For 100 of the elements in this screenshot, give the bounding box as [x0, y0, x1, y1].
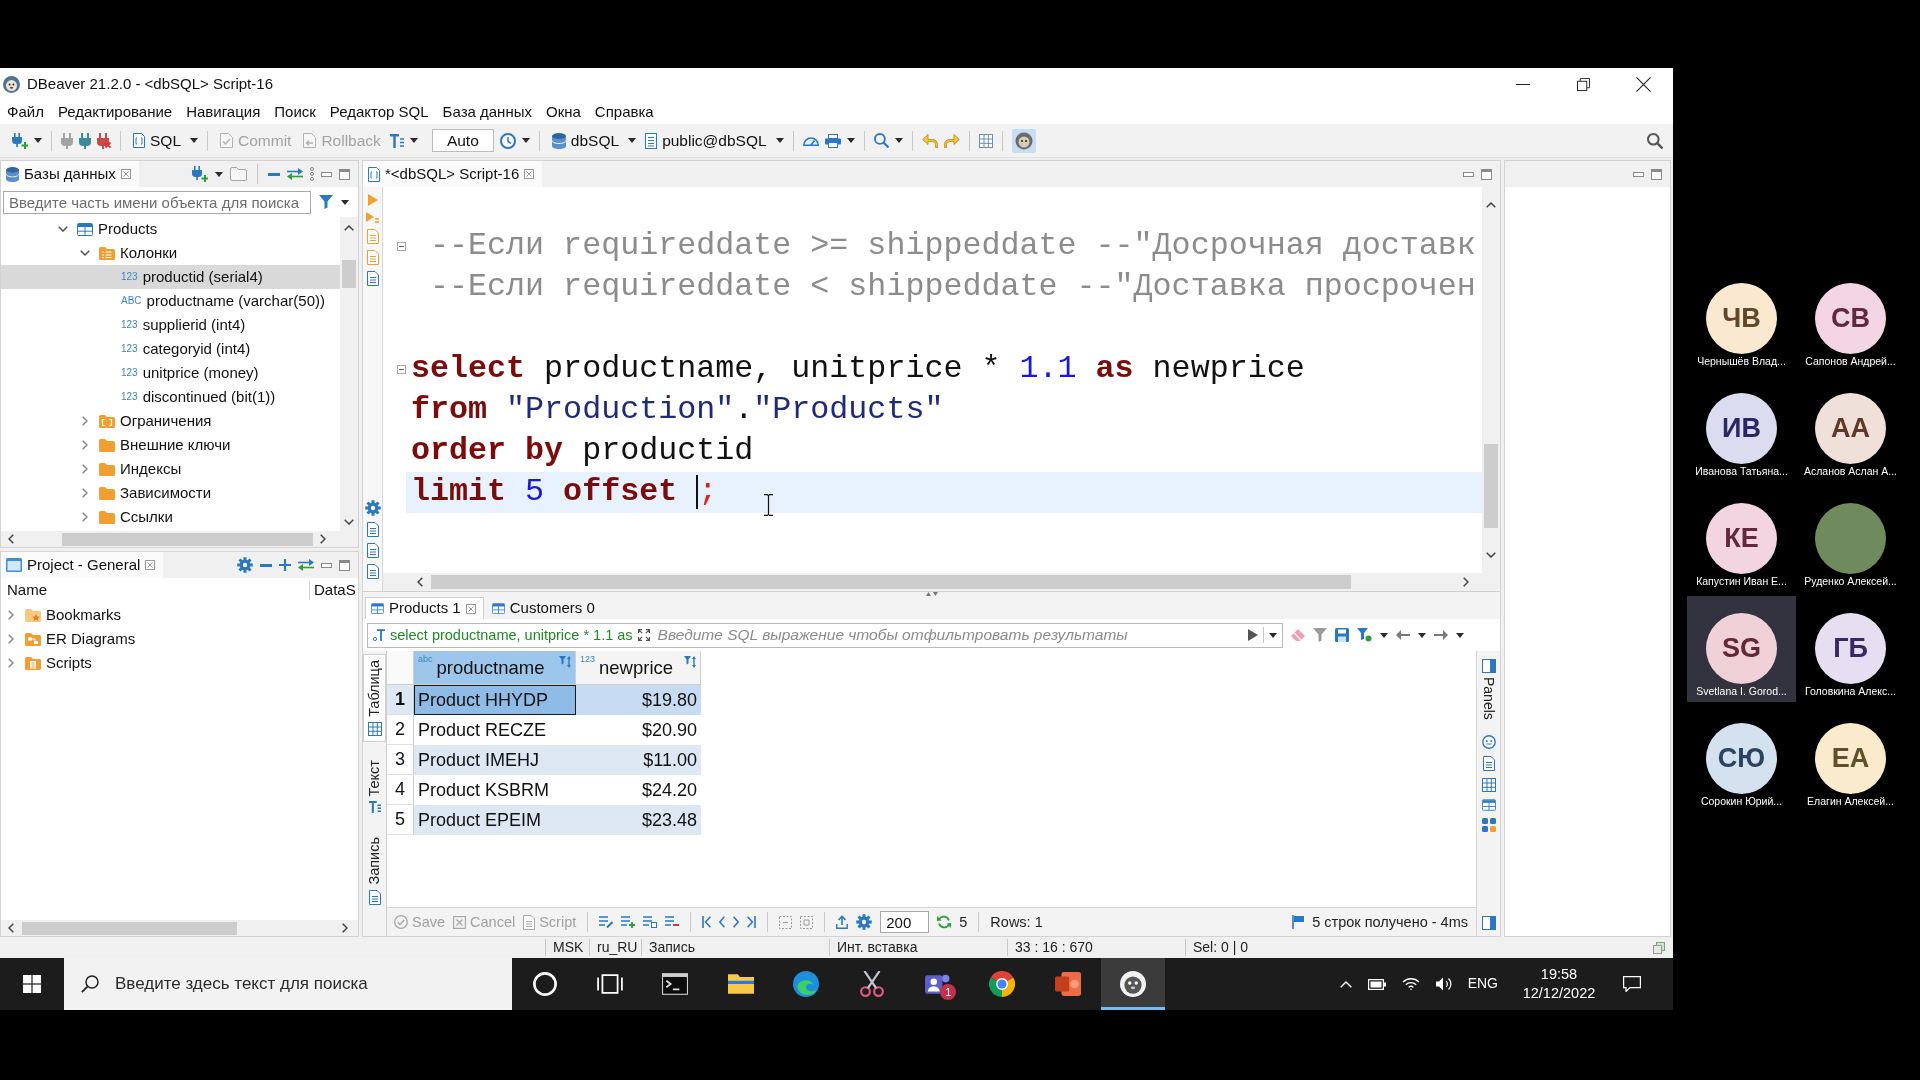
right-arrow-icon[interactable]	[1434, 630, 1448, 640]
caret-icon[interactable]	[341, 199, 349, 205]
caret-icon[interactable]	[409, 138, 418, 143]
fold-icon[interactable]	[397, 365, 406, 374]
minimize-icon[interactable]	[1516, 83, 1530, 85]
terminal-icon[interactable]	[662, 971, 689, 997]
close-icon[interactable]	[1635, 76, 1651, 92]
chevron-down-icon[interactable]	[80, 250, 90, 256]
scroll-left-icon[interactable]	[8, 923, 14, 933]
fold-icon[interactable]	[397, 242, 406, 251]
tree-item[interactable]: 123 supplierid (int4)	[1, 313, 340, 337]
tree-item[interactable]: Ограничения	[1, 409, 340, 433]
horizontal-scrollbar[interactable]	[1, 920, 358, 936]
search-field[interactable]: Введите здесь текст для поиска	[64, 958, 512, 1010]
page-icon[interactable]	[366, 543, 379, 558]
search-icon[interactable]	[873, 133, 889, 148]
scissors-icon[interactable]	[858, 971, 885, 997]
scroll-left-icon[interactable]	[417, 577, 423, 587]
printer-icon[interactable]	[824, 133, 841, 148]
caret-icon[interactable]	[190, 138, 198, 143]
tree-item[interactable]: Колонки	[1, 241, 340, 265]
notification-icon[interactable]	[1623, 976, 1641, 992]
maximize-icon[interactable]	[339, 559, 350, 571]
menu-item[interactable]: Файл	[0, 102, 51, 122]
scroll-up-icon[interactable]	[344, 225, 354, 231]
lines-copy-icon[interactable]	[643, 916, 658, 928]
caret-icon[interactable]	[894, 138, 903, 143]
scrollbar-thumb[interactable]	[22, 921, 237, 935]
vertical-scrollbar[interactable]	[1482, 187, 1500, 591]
battery-icon[interactable]	[1367, 978, 1386, 990]
next-icon[interactable]	[733, 916, 740, 928]
lines-pencil-icon[interactable]	[599, 916, 614, 928]
clock-icon[interactable]	[499, 132, 516, 149]
grid-icon[interactable]	[978, 133, 993, 148]
tree-item[interactable]: 123 discontinued (bit(1))	[1, 385, 340, 409]
menu-item[interactable]: Окна	[538, 102, 588, 122]
plug-icon[interactable]	[61, 132, 73, 149]
sash-arrows-icon[interactable]	[925, 592, 938, 597]
panel-tab[interactable]: Базы данных	[1, 161, 139, 187]
horizontal-scrollbar[interactable]	[383, 573, 1482, 591]
chevron-right-icon[interactable]	[8, 634, 14, 644]
scroll-right-icon[interactable]	[320, 534, 326, 544]
tree-item[interactable]: Внешние ключи	[1, 433, 340, 457]
tree-item[interactable]: Ссылки	[1, 505, 340, 529]
schema-selector[interactable]: public@dbSQL	[642, 128, 770, 153]
tree-item[interactable]: Индексы	[1, 457, 340, 481]
scrollbar-thumb[interactable]	[1484, 444, 1498, 528]
animal-logo-icon[interactable]	[1011, 128, 1036, 153]
table-icon[interactable]	[1481, 798, 1496, 811]
panels-button[interactable]: Panels	[1479, 659, 1498, 720]
panel-icon[interactable]	[1481, 916, 1496, 930]
scroll-down-icon[interactable]	[344, 519, 354, 525]
dotted-square-icon[interactable]	[779, 915, 793, 929]
view-tab[interactable]: Текст	[363, 753, 386, 820]
scroll-down-icon[interactable]	[1486, 552, 1496, 558]
chevron-right-icon[interactable]	[82, 416, 88, 426]
last-icon[interactable]	[747, 916, 757, 928]
animal-face-icon[interactable]	[1101, 958, 1166, 1010]
language-indicator[interactable]: ENG	[1467, 975, 1498, 993]
editor-tab[interactable]: *<dbSQL> Script-16	[363, 161, 543, 187]
tree-item[interactable]: 123 unitprice (money)	[1, 361, 340, 385]
left-arrow-icon[interactable]	[1396, 630, 1410, 640]
tree-item[interactable]: ER Diagrams	[1, 627, 358, 651]
filter-input[interactable]: Введите SQL выражение чтобы отфильтровать результаты	[654, 624, 1243, 646]
tree-item[interactable]: Bookmarks	[1, 603, 358, 627]
chevron-up-icon[interactable]	[1339, 980, 1352, 988]
chevron-right-icon[interactable]	[82, 488, 88, 498]
tree-item[interactable]: 123 productid (serial4)	[1, 265, 340, 289]
plus-icon[interactable]	[279, 559, 291, 571]
gear-icon[interactable]	[364, 500, 381, 516]
tree-item[interactable]: ABC productname (varchar(50))	[1, 289, 340, 313]
chevron-right-icon[interactable]	[8, 610, 14, 620]
filter-bar[interactable]: select productname, unitprice * 1.1 as Введите SQL выражение чтобы отфильтровать результаты	[367, 622, 1283, 648]
search-icon[interactable]	[1647, 132, 1663, 149]
caret-icon[interactable]	[846, 138, 855, 143]
refresh-icon[interactable]	[937, 915, 952, 929]
maximize-icon[interactable]	[1651, 168, 1662, 180]
column-header[interactable]: 123 newprice	[576, 651, 701, 685]
lines-plus-icon[interactable]	[621, 916, 636, 928]
minus-icon[interactable]	[268, 172, 280, 176]
slides-tile-icon[interactable]	[1054, 971, 1081, 997]
caret-icon[interactable]	[775, 138, 784, 143]
vertical-scrollbar[interactable]	[340, 217, 358, 531]
restore-icon[interactable]	[1576, 77, 1590, 91]
tree-item[interactable]: Scripts	[1, 651, 358, 675]
upload-arrow-icon[interactable]	[836, 915, 849, 929]
minus-icon[interactable]	[260, 563, 272, 567]
gauge-icon[interactable]	[802, 135, 819, 146]
search-field[interactable]: Введите часть имени объекта для поиска	[3, 190, 311, 214]
swap-arrows-icon[interactable]	[298, 559, 314, 571]
panes-icon[interactable]	[597, 971, 624, 997]
sql-editor-button[interactable]: SQL	[130, 128, 184, 153]
scrollbar-thumb[interactable]	[342, 260, 356, 288]
clock-time[interactable]: 19:58	[1540, 965, 1578, 984]
horizontal-scrollbar[interactable]	[1, 531, 358, 547]
column-header[interactable]: DataS	[310, 581, 356, 600]
swirl-icon[interactable]	[793, 971, 820, 997]
scroll-right-icon[interactable]	[342, 923, 348, 933]
page-icon[interactable]	[1482, 755, 1495, 771]
circle-dots-icon[interactable]	[1481, 734, 1496, 749]
